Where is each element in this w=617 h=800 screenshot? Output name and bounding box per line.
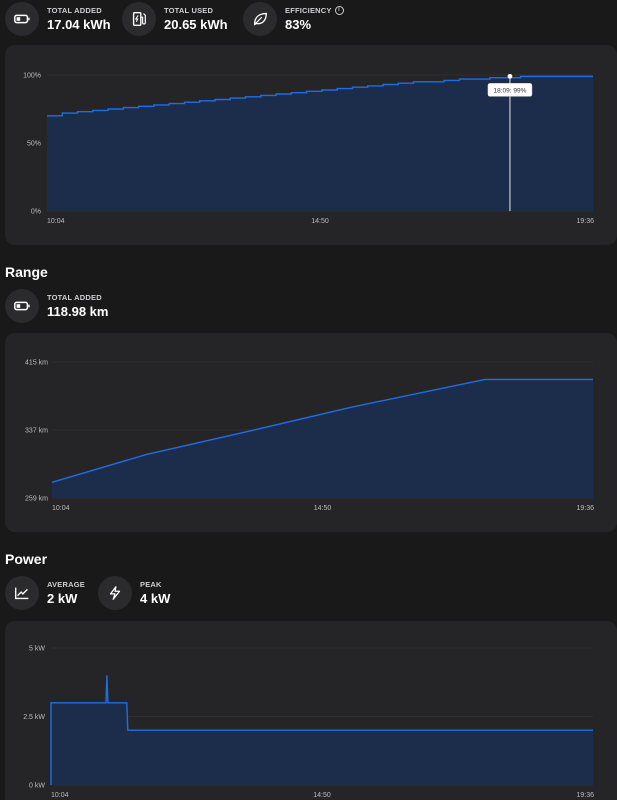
range-chart[interactable]: 415 km 337 km 259 km 10:04 14:50 19:36 bbox=[5, 333, 617, 532]
y-tick-label: 2.5 kW bbox=[23, 714, 45, 721]
stat-label-wrap: EFFICIENCY i bbox=[285, 5, 344, 15]
stat-value: 20.65 kWh bbox=[164, 16, 228, 32]
y-tick-label: 259 km bbox=[25, 496, 48, 503]
stat-value: 83% bbox=[285, 16, 312, 32]
info-icon[interactable]: i bbox=[334, 5, 344, 15]
leaf-icon bbox=[243, 2, 277, 36]
power-section-title: Power bbox=[5, 551, 48, 567]
x-tick-label: 14:50 bbox=[314, 505, 332, 512]
power-chart-card: 5 kW 2.5 kW 0 kW 10:04 14:50 19:36 bbox=[5, 621, 617, 800]
tooltip-marker bbox=[507, 73, 513, 79]
stat-label: EFFICIENCY bbox=[285, 5, 332, 15]
stat-label: PEAK bbox=[140, 579, 162, 589]
battery-icon bbox=[5, 289, 39, 323]
stat-label: AVERAGE bbox=[47, 579, 85, 589]
stat-power-peak: PEAK 4 kW bbox=[98, 576, 170, 610]
stat-value: 17.04 kWh bbox=[47, 16, 111, 32]
series-area bbox=[52, 379, 593, 498]
power-chart[interactable]: 5 kW 2.5 kW 0 kW 10:04 14:50 19:36 bbox=[5, 621, 617, 800]
tooltip-text: 18:09: 99% bbox=[494, 87, 527, 94]
charge-level-chart-card: 100% 50% 0% 10:04 14:50 19:36 18:09: 99% bbox=[5, 45, 617, 245]
stat-total-added-energy: TOTAL ADDED 17.04 kWh bbox=[5, 2, 111, 36]
x-tick-label: 19:36 bbox=[576, 505, 594, 512]
x-tick-label: 14:50 bbox=[311, 218, 329, 225]
range-section-title: Range bbox=[5, 264, 48, 280]
stat-value: 4 kW bbox=[140, 590, 171, 606]
x-tick-label: 10:04 bbox=[52, 505, 70, 512]
trend-chart-icon bbox=[5, 576, 39, 610]
range-chart-card: 415 km 337 km 259 km 10:04 14:50 19:36 bbox=[5, 333, 617, 532]
lightning-icon bbox=[98, 576, 132, 610]
charge-level-chart[interactable]: 100% 50% 0% 10:04 14:50 19:36 18:09: 99% bbox=[5, 45, 617, 245]
y-tick-label: 0 kW bbox=[29, 783, 45, 790]
stat-value: 118.98 km bbox=[47, 303, 109, 319]
stat-total-used-energy: TOTAL USED 20.65 kWh bbox=[122, 2, 228, 36]
stat-range-added: TOTAL ADDED 118.98 km bbox=[5, 289, 108, 323]
x-tick-label: 14:50 bbox=[313, 792, 331, 799]
y-tick-label: 415 km bbox=[25, 360, 48, 367]
y-tick-label: 100% bbox=[23, 73, 41, 80]
stat-efficiency: EFFICIENCY i 83% bbox=[243, 2, 344, 36]
y-tick-label: 50% bbox=[27, 141, 41, 148]
x-tick-label: 10:04 bbox=[47, 218, 65, 225]
x-tick-label: 19:36 bbox=[576, 218, 594, 225]
y-tick-label: 0% bbox=[31, 209, 41, 216]
stat-label: TOTAL USED bbox=[164, 5, 214, 15]
x-tick-label: 19:36 bbox=[576, 792, 594, 799]
stat-label: TOTAL ADDED bbox=[47, 5, 102, 15]
charging-station-icon bbox=[122, 2, 156, 36]
stat-value: 2 kW bbox=[47, 590, 78, 606]
stat-power-average: AVERAGE 2 kW bbox=[5, 576, 85, 610]
stat-label: TOTAL ADDED bbox=[47, 292, 102, 302]
y-tick-label: 337 km bbox=[25, 428, 48, 435]
battery-icon bbox=[5, 2, 39, 36]
y-tick-label: 5 kW bbox=[29, 646, 45, 653]
x-tick-label: 10:04 bbox=[51, 792, 69, 799]
